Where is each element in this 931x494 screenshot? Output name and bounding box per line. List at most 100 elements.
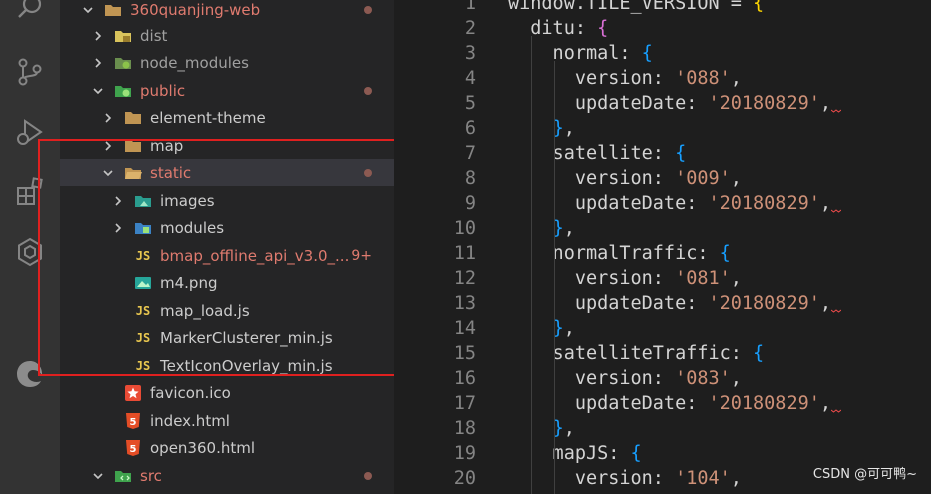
chevron-down-icon [93, 87, 103, 94]
code-text: version: '081', [508, 268, 742, 289]
code-token: ditu: [508, 18, 598, 39]
tree-item-index-html[interactable]: 5 index.html [60, 407, 394, 434]
code-line: 2 ditu: { [394, 18, 931, 43]
folder-icon [124, 110, 142, 126]
code-line: 13 updateDate: '20180829', [394, 293, 931, 318]
public-folder-icon [114, 83, 132, 99]
line-number: 4 [464, 68, 476, 89]
code-line: 8 version: '009', [394, 168, 931, 193]
code-token: , [563, 318, 575, 339]
code-token: , [563, 118, 575, 139]
line-number: 1 [464, 0, 476, 14]
code-token: { [597, 18, 609, 39]
search-icon[interactable] [14, 0, 46, 24]
code-token: '009' [675, 168, 731, 189]
tree-item-label: src [140, 466, 162, 485]
code-text: updateDate: '20180829', [508, 393, 842, 414]
tree-item-360quanjing-web[interactable]: 360quanjing-web [60, 0, 394, 23]
line-number: 16 [453, 368, 476, 389]
code-line: 6 }, [394, 118, 931, 143]
code-token: normalTraffic: [508, 243, 720, 264]
code-text: }, [508, 418, 575, 439]
code-token: version: [508, 368, 676, 389]
code-token: { [641, 43, 653, 64]
line-number: 19 [453, 443, 476, 464]
code-token: normal: [508, 43, 642, 64]
error-squiggle [830, 109, 842, 113]
tree-item-favicon[interactable]: favicon.ico [60, 379, 394, 406]
code-line: 3 normal: { [394, 43, 931, 68]
node-modules-folder-icon [114, 55, 132, 71]
code-line: 11 normalTraffic: { [394, 243, 931, 268]
code-token: updateDate: [508, 293, 709, 314]
code-token: '20180829' [708, 393, 820, 414]
code-token: , [730, 268, 742, 289]
tree-item-src[interactable]: src [60, 462, 394, 489]
html5-file-icon: 5 [124, 439, 142, 456]
code-token: '081' [675, 268, 731, 289]
code-token: , [819, 93, 832, 114]
code-text: version: '088', [508, 68, 742, 89]
code-line: 16 version: '083', [394, 368, 931, 393]
code-token: '20180829' [708, 193, 820, 214]
line-number: 9 [464, 193, 476, 214]
code-text: window.TILE_VERSION = { [508, 0, 764, 14]
indent-guide [531, 36, 532, 494]
chevron-down-icon [83, 6, 93, 13]
code-token: satellite: [508, 143, 676, 164]
tree-item-label: element-theme [150, 108, 266, 127]
error-squiggle [830, 409, 842, 413]
dist-folder-icon [114, 28, 132, 44]
tree-item-dist[interactable]: dist [60, 22, 394, 49]
tree-item-label: 360quanjing-web [130, 0, 261, 19]
code-token: '20180829' [708, 93, 820, 114]
code-token: '104' [675, 468, 731, 489]
code-token: version: [508, 68, 676, 89]
code-line: 15 satelliteTraffic: { [394, 343, 931, 368]
chevron-right-icon [105, 112, 112, 123]
code-token: , [819, 293, 832, 314]
code-token: version: [508, 168, 676, 189]
highlight-box [38, 139, 421, 376]
src-folder-icon [114, 468, 132, 484]
line-number: 17 [453, 393, 476, 414]
line-number: 20 [453, 468, 476, 489]
code-token: , [730, 368, 742, 389]
svg-text:5: 5 [130, 444, 137, 455]
code-token: { [753, 0, 765, 14]
code-line: 17 updateDate: '20180829', [394, 393, 931, 418]
code-line: 18 }, [394, 418, 931, 443]
line-number: 12 [453, 268, 476, 289]
indent-guide [554, 61, 555, 494]
code-token: updateDate: [508, 193, 709, 214]
line-number: 6 [464, 118, 476, 139]
svg-text:5: 5 [130, 417, 137, 428]
code-line: 12 version: '081', [394, 268, 931, 293]
code-token: , [730, 68, 742, 89]
tree-item-label: favicon.ico [150, 383, 231, 402]
code-text: updateDate: '20180829', [508, 193, 842, 214]
tree-item-element-theme[interactable]: element-theme [60, 104, 394, 131]
code-token: , [819, 193, 832, 214]
tree-item-label: open360.html [150, 438, 255, 457]
error-squiggle [830, 209, 842, 213]
code-editor[interactable]: 1 window.TILE_VERSION = { 2 ditu: {3 norma… [394, 0, 931, 494]
code-text: normal: { [508, 43, 653, 64]
watermark: CSDN @可可鸭~ [812, 467, 917, 482]
code-line: 9 updateDate: '20180829', [394, 193, 931, 218]
code-text: version: '083', [508, 368, 742, 389]
code-line: 10 }, [394, 218, 931, 243]
code-token: , [730, 468, 742, 489]
html5-file-icon: 5 [124, 412, 142, 429]
tree-item-open360-html[interactable]: 5 open360.html [60, 434, 394, 461]
code-text: version: '104', [508, 468, 742, 489]
tree-item-node-modules[interactable]: node_modules [60, 49, 394, 76]
line-number: 7 [464, 143, 476, 164]
source-control-icon[interactable] [14, 56, 46, 88]
code-token: updateDate: [508, 393, 709, 414]
tree-item-public[interactable]: public [60, 77, 394, 104]
chevron-right-icon [95, 30, 102, 41]
code-text: satellite: { [508, 143, 687, 164]
code-token: , [563, 218, 575, 239]
line-number: 10 [453, 218, 476, 239]
